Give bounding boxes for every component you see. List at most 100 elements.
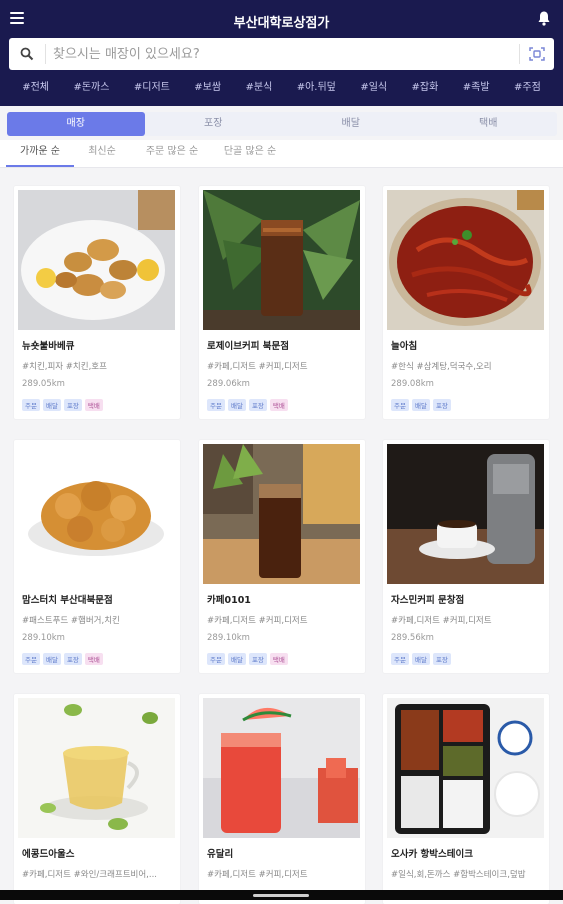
search-input[interactable]: [53, 38, 513, 70]
service-badges: 주문 배달 포장 택배: [207, 653, 288, 665]
store-image: [18, 444, 175, 584]
badge-delivery: 배달: [227, 399, 246, 411]
service-badges: 주문 배달 포장: [391, 653, 451, 665]
store-card[interactable]: 자스민커피 문창점 #카페,디저트 #커피,디저트 289.56km 주문 배달…: [383, 440, 549, 673]
badge-parcel: 택배: [269, 399, 288, 411]
store-card[interactable]: 카페0101 #카페,디저트 #커피,디저트 289.10km 주문 배달 포장…: [199, 440, 365, 673]
store-image: [387, 444, 544, 584]
store-tags: #카페,디저트 #와인/크래프트비어,...: [22, 870, 157, 880]
badge-delivery: 배달: [411, 653, 430, 665]
store-name: 자스민커피 문창점: [391, 595, 465, 606]
category-adeopbap[interactable]: #아.뒤덮: [297, 76, 336, 100]
store-tags: #치킨,피자 #치킨,호프: [22, 362, 107, 372]
store-image: [18, 190, 175, 330]
store-image: [203, 698, 360, 838]
badge-order: 주문: [391, 399, 409, 411]
sort-nearest[interactable]: 가까운 순: [6, 140, 74, 167]
badge-order: 주문: [22, 399, 40, 411]
sort-newest[interactable]: 최신순: [78, 140, 126, 167]
store-distance: 289.06km: [207, 379, 250, 389]
store-name: 뉴숏불바베큐: [22, 341, 75, 352]
store-distance: 289.56km: [391, 633, 434, 643]
store-card[interactable]: 유달리 #카페,디저트 #커피,디저트: [199, 694, 365, 904]
badge-takeout: 포장: [63, 653, 82, 665]
category-pub[interactable]: #주점: [514, 76, 541, 100]
service-badges: 주문 배달 포장: [391, 399, 451, 411]
category-bossam[interactable]: #보쌈: [194, 76, 221, 100]
bell-icon[interactable]: [537, 10, 551, 26]
badge-takeout: 포장: [63, 399, 82, 411]
badge-parcel: 택배: [84, 399, 103, 411]
category-bunsik[interactable]: #분식: [246, 76, 273, 100]
sort-most-regulars[interactable]: 단골 많은 순: [214, 140, 286, 167]
service-badges: 주문 배달 포장 택배: [22, 653, 103, 665]
store-image: [18, 698, 175, 838]
store-card[interactable]: 늘아침 #한식 #삼계탕,덕국수,오리 289.08km 주문 배달 포장: [383, 186, 549, 419]
tab-store[interactable]: 매장: [7, 112, 145, 136]
store-name: 에콩드아울스: [22, 849, 75, 860]
badge-order: 주문: [207, 399, 225, 411]
badge-parcel: 택배: [269, 653, 288, 665]
tab-delivery[interactable]: 배달: [282, 112, 420, 136]
page-title: 부산대학로상점가: [233, 16, 330, 31]
search-icon[interactable]: [19, 46, 35, 62]
app-header: 부산대학로상점가 #전체 #돈까스 #디저트 #보쌈 #분식 #아.뒤덮 #일식…: [0, 0, 563, 106]
store-card[interactable]: 맘스터치 부산대북문점 #패스트푸드 #햄버거,치킨 289.10km 주문 배…: [14, 440, 180, 673]
store-tags: #패스트푸드 #햄버거,치킨: [22, 616, 120, 626]
category-dessert[interactable]: #디저트: [134, 76, 170, 100]
store-tags: #카페,디저트 #커피,디저트: [207, 616, 308, 626]
badge-takeout: 포장: [248, 653, 267, 665]
store-distance: 289.05km: [22, 379, 65, 389]
store-name: 맘스터치 부산대북문점: [22, 595, 113, 606]
search-divider: [45, 44, 46, 64]
category-jokbal[interactable]: #족발: [463, 76, 490, 100]
badge-delivery: 배달: [42, 653, 61, 665]
store-card[interactable]: 뉴숏불바베큐 #치킨,피자 #치킨,호프 289.05km 주문 배달 포장 택…: [14, 186, 180, 419]
store-card[interactable]: 에콩드아울스 #카페,디저트 #와인/크래프트비어,...: [14, 694, 180, 904]
store-tags: #일식,회,돈까스 #함박스테이크,덮밥: [391, 870, 526, 880]
top-bar: 부산대학로상점가: [0, 0, 563, 38]
service-badges: 주문 배달 포장 택배: [22, 399, 103, 411]
store-tags: #한식 #삼계탕,덕국수,오리: [391, 362, 492, 372]
badge-delivery: 배달: [42, 399, 61, 411]
service-tabs: 매장 포장 배달 택배: [7, 112, 557, 136]
badge-takeout: 포장: [432, 399, 451, 411]
store-name: 오사카 항박스테이크: [391, 849, 473, 860]
category-goods[interactable]: #잡화: [412, 76, 439, 100]
search-divider: [519, 44, 520, 64]
scan-icon[interactable]: [529, 46, 545, 62]
home-indicator[interactable]: [253, 894, 309, 897]
badge-delivery: 배달: [227, 653, 246, 665]
store-distance: 289.08km: [391, 379, 434, 389]
badge-order: 주문: [207, 653, 225, 665]
store-card[interactable]: 오사카 항박스테이크 #일식,회,돈까스 #함박스테이크,덮밥: [383, 694, 549, 904]
store-image: [387, 190, 544, 330]
sort-most-orders[interactable]: 주문 많은 순: [136, 140, 208, 167]
store-tags: #카페,디저트 #커피,디저트: [207, 870, 308, 880]
category-japanese[interactable]: #일식: [360, 76, 387, 100]
store-distance: 289.10km: [207, 633, 250, 643]
store-image: [203, 190, 360, 330]
tab-parcel[interactable]: 택배: [420, 112, 558, 136]
store-tags: #카페,디저트 #커피,디저트: [207, 362, 308, 372]
badge-parcel: 택배: [84, 653, 103, 665]
store-name: 로제이브커피 북문점: [207, 341, 289, 352]
badge-delivery: 배달: [411, 399, 430, 411]
category-donkatsu[interactable]: #돈까스: [73, 76, 109, 100]
store-image: [387, 698, 544, 838]
badge-order: 주문: [391, 653, 409, 665]
tab-takeout[interactable]: 포장: [145, 112, 283, 136]
badge-order: 주문: [22, 653, 40, 665]
badge-takeout: 포장: [432, 653, 451, 665]
store-name: 늘아침: [391, 341, 418, 352]
store-tags: #카페,디저트 #커피,디저트: [391, 616, 492, 626]
category-all[interactable]: #전체: [22, 76, 49, 100]
store-grid: 뉴숏불바베큐 #치킨,피자 #치킨,호프 289.05km 주문 배달 포장 택…: [0, 168, 563, 904]
store-image: [203, 444, 360, 584]
store-card[interactable]: 로제이브커피 북문점 #카페,디저트 #커피,디저트 289.06km 주문 배…: [199, 186, 365, 419]
store-name: 카페0101: [207, 595, 251, 606]
store-name: 유달리: [207, 849, 234, 860]
store-distance: 289.10km: [22, 633, 65, 643]
category-bar: #전체 #돈까스 #디저트 #보쌈 #분식 #아.뒤덮 #일식 #잡화 #족발 …: [0, 76, 563, 100]
search-bar: [9, 38, 554, 70]
